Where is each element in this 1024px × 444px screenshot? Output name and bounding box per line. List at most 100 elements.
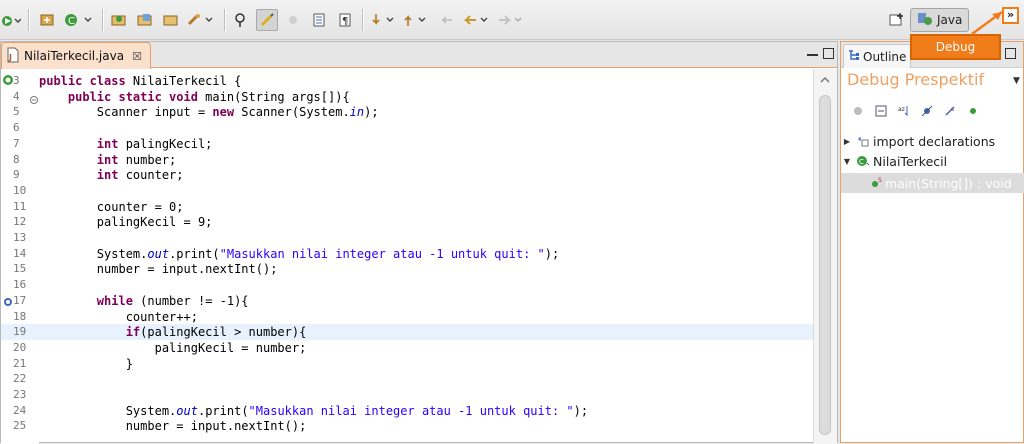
code-token: "Masukkan nilai integer atau -1 untuk qu… xyxy=(219,246,545,261)
svg-text:¶: ¶ xyxy=(342,16,348,27)
view-menu-icon[interactable]: ▼ xyxy=(1013,76,1020,86)
code-line[interactable]: 18 counter++; xyxy=(1,309,813,325)
code-token: out xyxy=(147,246,170,261)
code-line[interactable]: 9 int counter; xyxy=(1,167,813,183)
code-line[interactable]: 22 xyxy=(1,371,813,387)
code-line[interactable]: 8 int number; xyxy=(1,152,813,168)
code-line[interactable]: 20 palingKecil = number; xyxy=(1,340,813,356)
code-area[interactable]: 3 public class NilaiTerkecil {4 public st… xyxy=(1,69,813,444)
code-line[interactable]: 10 xyxy=(1,183,813,199)
line-number: 18 xyxy=(13,309,27,323)
new-package-icon[interactable] xyxy=(36,9,58,31)
sort-icon[interactable]: az xyxy=(897,104,911,118)
code-token: .print( xyxy=(197,403,249,418)
last-edit-icon[interactable] xyxy=(436,9,458,31)
hide-non-public-icon[interactable] xyxy=(966,104,980,118)
outline-annotation-heading: Debug Prespektif xyxy=(847,70,985,89)
tree-item-method-main[interactable]: S main(String[]) : void xyxy=(841,173,1024,193)
java-perspective-button[interactable]: Java xyxy=(910,8,970,32)
line-number: 17 xyxy=(13,293,27,307)
run-icon[interactable] xyxy=(0,9,22,31)
code-token: while xyxy=(96,293,133,308)
show-whitespace-icon[interactable] xyxy=(282,9,304,31)
hide-fields-icon[interactable] xyxy=(920,104,934,118)
code-token: number; xyxy=(118,152,177,167)
fold-toggle-icon[interactable] xyxy=(30,93,38,108)
line-number: 24 xyxy=(13,403,27,417)
code-token: public static void xyxy=(67,89,198,104)
code-line[interactable]: 11 counter = 0; xyxy=(1,199,813,215)
paragraph-icon[interactable]: ¶ xyxy=(334,9,356,31)
tree-item-class[interactable]: ▼ C NilaiTerkecil xyxy=(841,151,1024,171)
open-type-icon[interactable] xyxy=(108,9,130,31)
code-line[interactable]: 6 xyxy=(1,120,813,136)
line-number: 19 xyxy=(13,325,27,339)
editor-vertical-scrollbar[interactable] xyxy=(813,69,837,444)
open-resource-icon[interactable] xyxy=(134,9,156,31)
outline-tab[interactable]: Outline xyxy=(843,44,912,68)
focus-active-task-icon[interactable] xyxy=(851,104,865,118)
code-token: if xyxy=(125,325,141,340)
line-number: 9 xyxy=(13,168,20,182)
minimize-icon[interactable] xyxy=(807,48,818,56)
outline-maximize-icon[interactable] xyxy=(1005,48,1016,59)
block-selection-icon[interactable] xyxy=(308,9,330,31)
scrollbar-thumb[interactable] xyxy=(819,95,831,435)
expand-icon[interactable]: ▶ xyxy=(841,137,853,146)
code-text: palingKecil = 9; xyxy=(39,214,213,230)
code-line[interactable]: 14 System.out.print("Masukkan nilai inte… xyxy=(1,246,813,262)
maximize-icon[interactable] xyxy=(823,48,834,59)
code-line[interactable]: 12 palingKecil = 9; xyxy=(1,214,813,230)
callout-arrow-icon xyxy=(971,10,1003,36)
hide-static-icon[interactable]: s xyxy=(943,104,957,118)
code-line[interactable]: 4 public static void main(String args[])… xyxy=(1,89,813,105)
next-annotation-icon[interactable] xyxy=(368,9,398,31)
close-tab-icon[interactable]: ☒ xyxy=(132,50,142,63)
collapse-all-icon[interactable] xyxy=(874,104,888,118)
tree-item-imports[interactable]: ▶ import declarations xyxy=(841,131,1024,151)
main-toolbar: C ¶ Java » xyxy=(0,0,1024,40)
code-token: System. xyxy=(39,246,148,261)
code-token: int xyxy=(96,168,119,183)
editor-tabbar: J NilaiTerkecil.java ☒ xyxy=(1,42,837,69)
outline-icon xyxy=(848,49,860,64)
code-line[interactable]: 21 } xyxy=(1,356,813,372)
line-number: 3 xyxy=(13,74,20,87)
code-token: "Masukkan nilai integer atau -1 untuk qu… xyxy=(248,403,574,418)
code-line[interactable]: 17 while (number != -1){ xyxy=(1,293,813,309)
code-token: counter = 0; xyxy=(39,199,184,214)
code-line[interactable]: 7 int palingKecil; xyxy=(1,136,813,152)
code-token: Scanner input = xyxy=(39,105,213,120)
code-token: in xyxy=(349,105,365,120)
code-line[interactable]: 25 number = input.nextInt(); xyxy=(1,418,813,434)
search-icon[interactable] xyxy=(186,9,216,31)
code-line[interactable]: 16 xyxy=(1,277,813,293)
toggle-mark-occurrences-icon[interactable] xyxy=(230,9,252,31)
class-icon: C xyxy=(853,155,873,167)
code-line[interactable]: 15 number = input.nextInt(); xyxy=(1,261,813,277)
new-class-icon[interactable]: C xyxy=(62,9,96,31)
code-line[interactable]: 3 public class NilaiTerkecil { xyxy=(1,73,813,89)
breakpoint-icon[interactable] xyxy=(3,296,13,311)
prev-annotation-icon[interactable] xyxy=(400,9,430,31)
collapse-icon[interactable]: ▼ xyxy=(841,157,853,166)
code-line[interactable]: 24 System.out.print("Masukkan nilai inte… xyxy=(1,403,813,419)
line-number: 14 xyxy=(13,246,27,260)
open-perspective-icon[interactable] xyxy=(889,12,905,32)
editor-tab-nilaiterkecil[interactable]: J NilaiTerkecil.java ☒ xyxy=(1,42,151,69)
code-token: } xyxy=(39,356,133,371)
code-text: int number; xyxy=(39,152,176,168)
outline-tab-title: Outline xyxy=(863,49,907,64)
code-text: System.out.print("Masukkan nilai integer… xyxy=(39,246,559,262)
code-line[interactable]: 23 xyxy=(1,387,813,403)
code-text: } xyxy=(39,356,133,372)
open-task-icon[interactable] xyxy=(160,9,182,31)
code-line[interactable]: 5 Scanner input = new Scanner(System.in)… xyxy=(1,104,813,120)
code-line[interactable]: 19 if(palingKecil > number){ xyxy=(1,324,813,341)
code-line[interactable]: 13 xyxy=(1,230,813,246)
code-text: int palingKecil; xyxy=(39,136,213,152)
toggle-highlight-icon[interactable] xyxy=(256,9,278,31)
forward-icon[interactable] xyxy=(496,9,526,31)
back-icon[interactable] xyxy=(462,9,492,31)
